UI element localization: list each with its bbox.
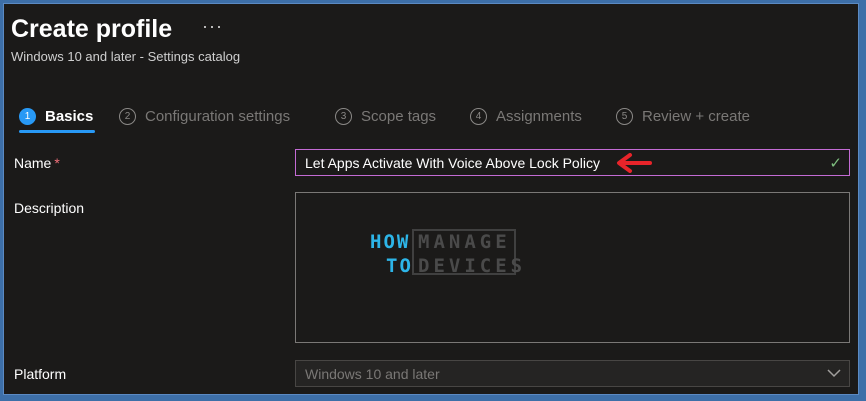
step-number: 1 <box>19 107 36 125</box>
step-number: 5 <box>616 107 633 125</box>
tab-configuration-settings[interactable]: 2 Configuration settings <box>119 102 290 130</box>
logo-how: HOW <box>370 231 411 253</box>
step-label: Scope tags <box>361 107 437 125</box>
description-label: Description <box>14 200 85 216</box>
step-number: 2 <box>119 107 136 125</box>
tab-scope-tags[interactable]: 3 Scope tags <box>335 102 436 130</box>
name-label: Name * <box>14 155 60 171</box>
name-input-value: Let Apps Activate With Voice Above Lock … <box>305 155 600 171</box>
tab-assignments[interactable]: 4 Assignments <box>470 102 582 130</box>
tab-basics[interactable]: 1 Basics <box>19 102 93 130</box>
how-to-manage-devices-logo: HOW TO MANAGE DEVICES <box>370 227 522 279</box>
name-label-text: Name <box>14 155 52 171</box>
more-options-icon[interactable]: ··· <box>202 16 223 37</box>
tab-review-create[interactable]: 5 Review + create <box>616 102 750 130</box>
step-label: Assignments <box>496 107 582 125</box>
page-subtitle: Windows 10 and later - Settings catalog <box>11 49 241 64</box>
logo-manage: MANAGE <box>418 231 511 253</box>
platform-dropdown: Windows 10 and later <box>295 360 850 387</box>
platform-label: Platform <box>14 366 67 382</box>
required-indicator: * <box>54 155 60 171</box>
chevron-down-icon <box>827 369 841 378</box>
logo-devices: DEVICES <box>418 255 527 277</box>
step-label: Basics <box>45 107 94 125</box>
page-title: Create profile <box>11 15 173 43</box>
valid-check-icon: ✓ <box>829 155 842 172</box>
name-input[interactable]: Let Apps Activate With Voice Above Lock … <box>295 149 850 176</box>
logo-to: TO <box>386 255 413 277</box>
platform-value: Windows 10 and later <box>305 366 440 382</box>
annotation-arrow-icon <box>617 153 652 173</box>
description-textarea[interactable]: HOW TO MANAGE DEVICES <box>295 192 850 343</box>
step-number: 4 <box>470 107 487 125</box>
step-label: Review + create <box>642 107 750 125</box>
active-tab-indicator <box>19 130 95 133</box>
wizard-steps: 1 Basics 2 Configuration settings 3 Scop… <box>4 102 858 136</box>
step-number: 3 <box>335 107 352 125</box>
step-label: Configuration settings <box>145 107 291 125</box>
create-profile-panel: Create profile ··· Windows 10 and later … <box>3 3 859 395</box>
